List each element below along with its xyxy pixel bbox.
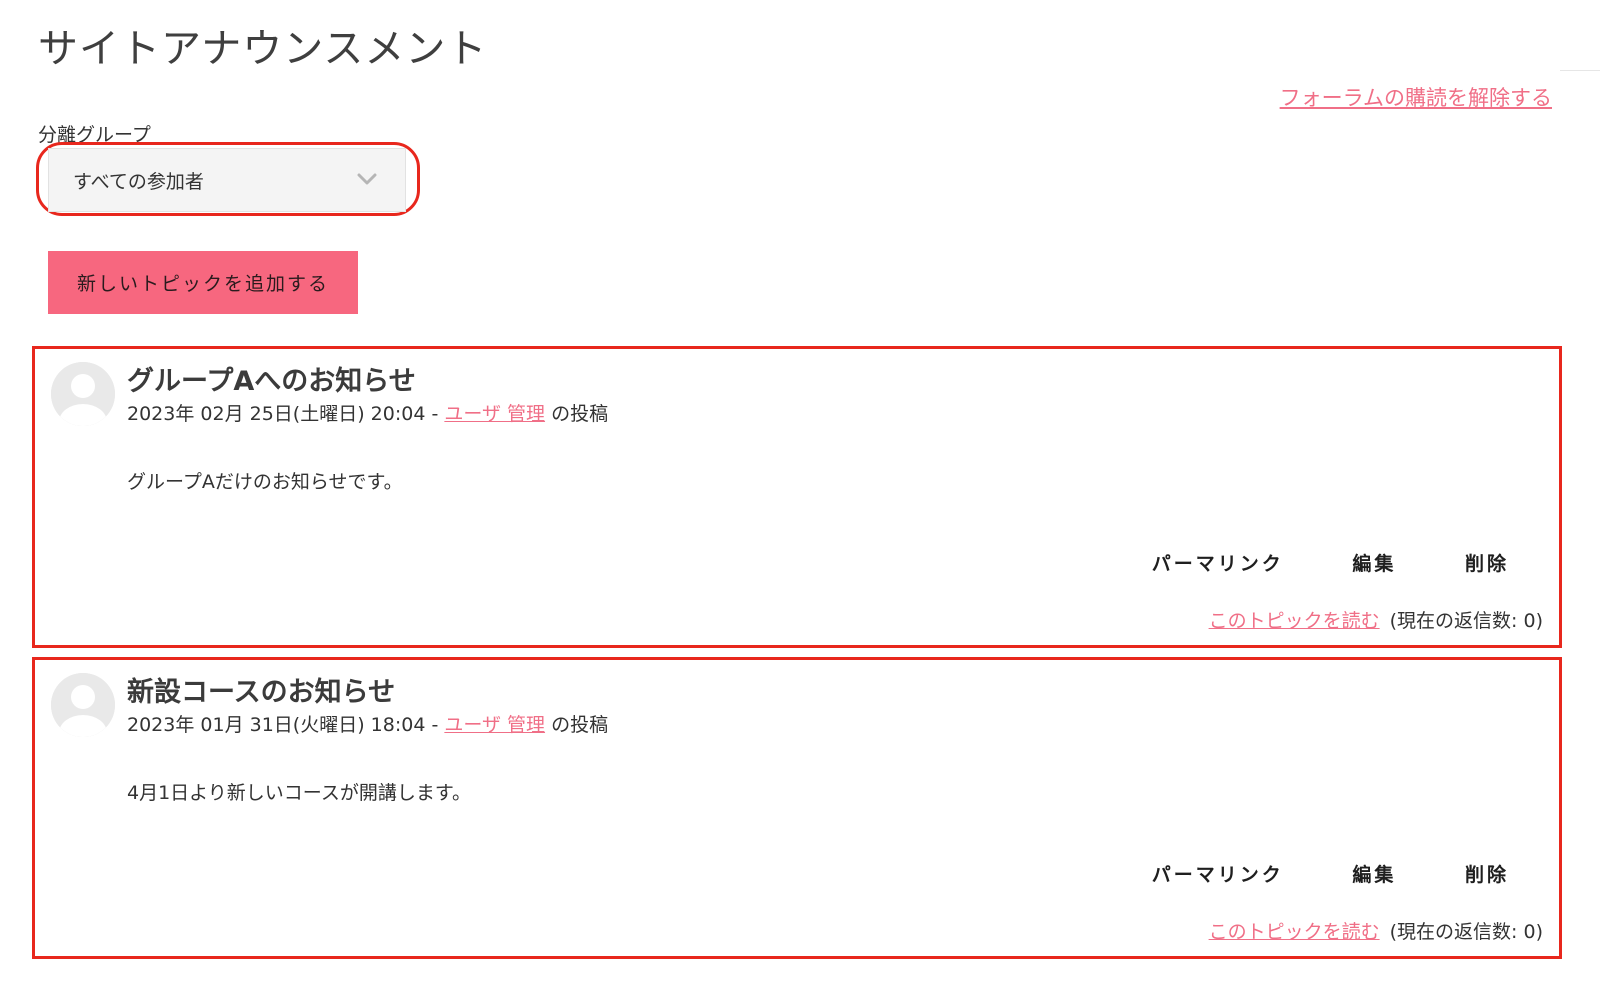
user-icon bbox=[51, 673, 115, 737]
permalink-button[interactable]: パーマリンク bbox=[1152, 549, 1284, 576]
edit-button[interactable]: 編集 bbox=[1352, 549, 1396, 576]
user-icon bbox=[51, 362, 115, 426]
divider bbox=[1560, 70, 1600, 71]
avatar[interactable] bbox=[51, 362, 115, 426]
post-title: 新設コースのお知らせ bbox=[127, 677, 396, 708]
post-body: グループAだけのお知らせです。 bbox=[127, 471, 403, 493]
page-title: サイトアナウンスメント bbox=[38, 26, 488, 72]
unsubscribe-forum-link[interactable]: フォーラムの購読を解除する bbox=[1280, 82, 1552, 112]
author-link[interactable]: ユーザ 管理 bbox=[444, 403, 545, 425]
chevron-down-icon bbox=[357, 173, 377, 185]
reply-count: (現在の返信数: 0) bbox=[1389, 610, 1543, 632]
group-select[interactable]: すべての参加者 bbox=[48, 148, 406, 212]
author-link[interactable]: ユーザ 管理 bbox=[444, 714, 545, 736]
post-meta: 2023年 02月 25日(土曜日) 20:04 - ユーザ 管理 の投稿 bbox=[127, 399, 608, 426]
posted-suffix: の投稿 bbox=[551, 403, 609, 425]
forum-post: グループAへのお知らせ 2023年 02月 25日(土曜日) 20:04 - ユ… bbox=[32, 346, 1562, 648]
posted-suffix: の投稿 bbox=[551, 714, 609, 736]
avatar[interactable] bbox=[51, 673, 115, 737]
add-topic-button[interactable]: 新しいトピックを追加する bbox=[48, 251, 358, 314]
forum-page: サイトアナウンスメント フォーラムの購読を解除する 分離グループ すべての参加者… bbox=[0, 0, 1600, 996]
group-select-value: すべての参加者 bbox=[73, 171, 204, 193]
read-topic-link[interactable]: このトピックを読む bbox=[1209, 921, 1380, 943]
permalink-button[interactable]: パーマリンク bbox=[1152, 860, 1284, 887]
post-actions: パーマリンク 編集 削除 bbox=[1090, 860, 1509, 887]
post-date: 2023年 01月 31日(火曜日) 18:04 - bbox=[127, 714, 439, 736]
post-footer: このトピックを読む (現在の返信数: 0) bbox=[1209, 606, 1543, 633]
post-body: 4月1日より新しいコースが開講します。 bbox=[127, 782, 471, 804]
delete-button[interactable]: 削除 bbox=[1465, 860, 1509, 887]
delete-button[interactable]: 削除 bbox=[1465, 549, 1509, 576]
post-meta: 2023年 01月 31日(火曜日) 18:04 - ユーザ 管理 の投稿 bbox=[127, 710, 608, 737]
post-footer: このトピックを読む (現在の返信数: 0) bbox=[1209, 917, 1543, 944]
edit-button[interactable]: 編集 bbox=[1352, 860, 1396, 887]
forum-post: 新設コースのお知らせ 2023年 01月 31日(火曜日) 18:04 - ユー… bbox=[32, 657, 1562, 959]
post-actions: パーマリンク 編集 削除 bbox=[1090, 549, 1509, 576]
reply-count: (現在の返信数: 0) bbox=[1389, 921, 1543, 943]
read-topic-link[interactable]: このトピックを読む bbox=[1209, 610, 1380, 632]
post-date: 2023年 02月 25日(土曜日) 20:04 - bbox=[127, 403, 439, 425]
post-title: グループAへのお知らせ bbox=[127, 366, 416, 397]
